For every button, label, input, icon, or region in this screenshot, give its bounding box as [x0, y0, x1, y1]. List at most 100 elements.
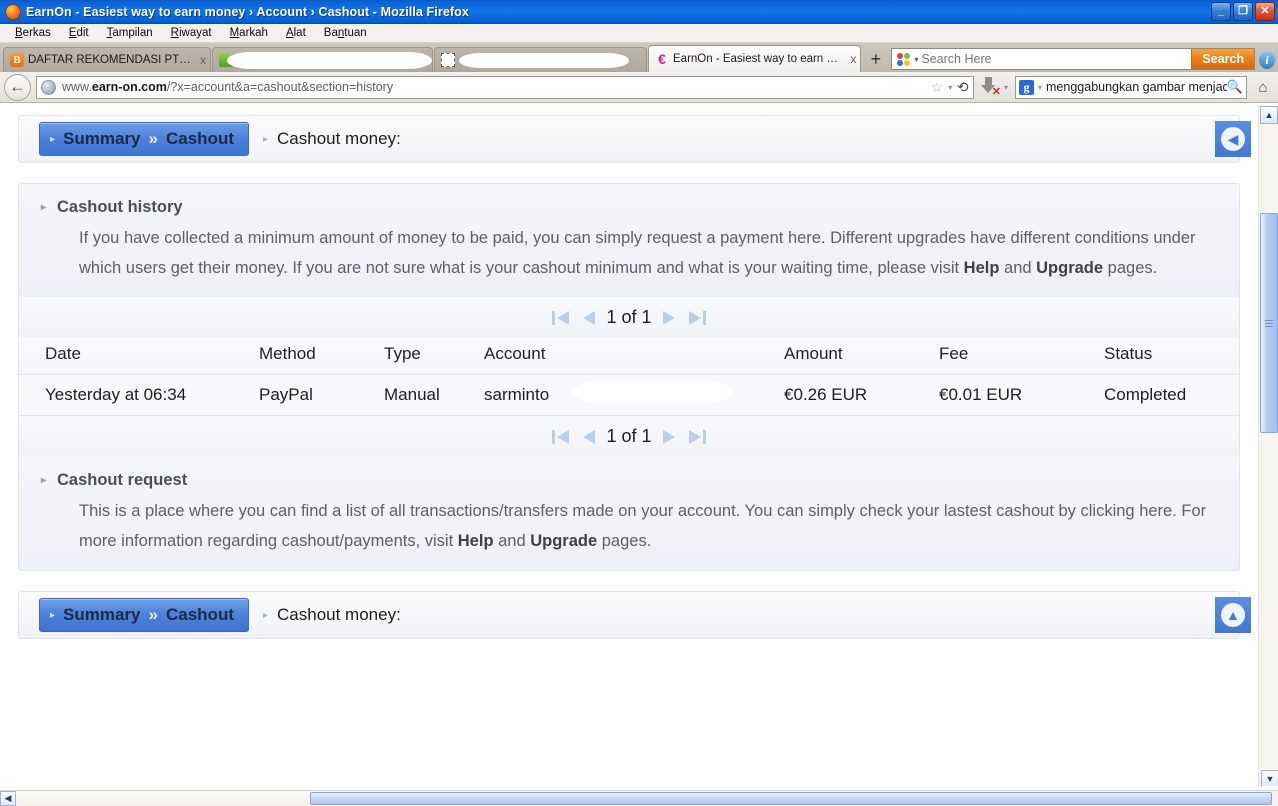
scroll-up-button[interactable]: ▲: [1260, 106, 1278, 124]
upgrade-link[interactable]: Upgrade: [530, 532, 597, 550]
reload-icon[interactable]: ⟳: [957, 79, 969, 96]
table-header: Date Method Type Account Amount Fee Stat…: [19, 338, 1239, 375]
menu-item-alat[interactable]: Alat: [277, 26, 315, 40]
upgrade-link[interactable]: Upgrade: [1036, 259, 1103, 277]
download-chevron-down-icon[interactable]: ▾: [1004, 83, 1008, 92]
info-icon[interactable]: i: [1259, 51, 1275, 69]
breadcrumb-summary-link[interactable]: Summary: [63, 129, 140, 149]
breadcrumb-top: ▸ Summary » Cashout ▸ Cashout money: ◀: [18, 115, 1251, 163]
window-title: EarnOn - Easiest way to earn money › Acc…: [26, 5, 469, 19]
redaction-overlay: [572, 381, 734, 403]
browser-tab-2[interactable]: x: [212, 47, 433, 72]
first-page-icon[interactable]: [550, 308, 572, 328]
cashout-request-title: Cashout request: [57, 471, 188, 489]
first-page-icon[interactable]: [550, 427, 572, 447]
next-page-icon[interactable]: [661, 308, 677, 328]
search-button[interactable]: Search: [1191, 49, 1255, 69]
breadcrumb-cashout-link[interactable]: Cashout: [166, 605, 234, 625]
browser-tab-4-active[interactable]: € EarnOn - Easiest way to earn money › .…: [648, 45, 862, 72]
browser-tab-3[interactable]: [433, 47, 647, 72]
menu-item-berkas[interactable]: Berkas: [6, 26, 60, 40]
chevron-down-icon[interactable]: ▾: [1038, 83, 1042, 92]
maximize-button[interactable]: ❐: [1233, 2, 1253, 21]
search-icon[interactable]: 🔍: [1227, 79, 1243, 95]
url-domain: earn-on.com: [91, 80, 167, 94]
prev-page-icon[interactable]: [581, 427, 597, 447]
table-row[interactable]: Yesterday at 06:34 PayPal Manual sarmint…: [19, 374, 1239, 416]
col-header-date[interactable]: Date: [19, 338, 259, 375]
triangle-right-icon: ▸: [262, 133, 269, 145]
col-header-status[interactable]: Status: [1104, 338, 1239, 375]
breadcrumb-pill[interactable]: ▸ Summary » Cashout: [39, 598, 249, 632]
next-page-icon[interactable]: [661, 427, 677, 447]
cell-date: Yesterday at 06:34: [19, 374, 259, 416]
last-page-icon[interactable]: [686, 308, 708, 328]
menu-label-bantuan: tuan: [344, 27, 367, 39]
menu-label-edit: dit: [76, 27, 89, 39]
search-input[interactable]: [921, 50, 1192, 68]
cashout-history-paragraph: If you have collected a minimum amount o…: [19, 223, 1239, 283]
pagination-label: 1 of 1: [606, 426, 652, 446]
menu-item-riwayat[interactable]: Riwayat: [162, 26, 221, 40]
tab-close-icon[interactable]: x: [200, 53, 206, 67]
breadcrumb-summary-link[interactable]: Summary: [63, 605, 140, 625]
back-arrow-button[interactable]: ◀: [1215, 121, 1251, 157]
breadcrumb-tail: ▸ Cashout money:: [263, 605, 401, 625]
col-header-type[interactable]: Type: [384, 338, 484, 375]
search-provider-icon[interactable]: [892, 49, 914, 69]
help-link[interactable]: Help: [458, 532, 494, 550]
horizontal-scrollbar-track[interactable]: [17, 792, 309, 805]
breadcrumb-separator: »: [148, 605, 158, 624]
minimize-button[interactable]: _: [1211, 2, 1231, 21]
url-text: www.earn-on.com/?x=account&a=cashout&sec…: [62, 80, 393, 94]
horizontal-scrollbar-thumb[interactable]: [310, 792, 1272, 805]
prev-page-icon[interactable]: [581, 308, 597, 328]
browser-back-button[interactable]: ←: [4, 73, 31, 101]
cashout-history-title: Cashout history: [57, 198, 183, 216]
menu-item-markah[interactable]: Markah: [221, 26, 277, 40]
new-tab-button[interactable]: +: [864, 47, 887, 71]
chevron-down-icon[interactable]: ▾: [948, 83, 952, 92]
menu-item-tampilan[interactable]: Tampilan: [98, 26, 162, 40]
vertical-scrollbar[interactable]: ▲ ▼: [1258, 105, 1278, 790]
col-header-amount[interactable]: Amount: [784, 338, 939, 375]
google-g-icon[interactable]: g: [1019, 79, 1034, 95]
browser-tab-1[interactable]: B DAFTAR REKOMENDASI PTC TERPERC... x: [3, 47, 212, 72]
cell-method: PayPal: [259, 374, 384, 416]
pagination-top: 1 of 1: [19, 297, 1239, 338]
scroll-left-button[interactable]: ◀: [0, 791, 16, 806]
bookmark-star-icon[interactable]: ☆: [931, 79, 944, 96]
col-header-account[interactable]: Account: [484, 338, 784, 375]
vertical-scrollbar-thumb[interactable]: [1260, 213, 1278, 433]
breadcrumb-pill[interactable]: ▸ Summary » Cashout: [39, 122, 249, 156]
cashout-request-paragraph: This is a place where you can find a lis…: [19, 496, 1239, 556]
col-header-fee[interactable]: Fee: [939, 338, 1104, 375]
chevron-down-icon[interactable]: ▾: [914, 55, 918, 64]
last-page-icon[interactable]: [686, 427, 708, 447]
col-header-method[interactable]: Method: [259, 338, 384, 375]
google-search-box[interactable]: g ▾ 🔍: [1015, 75, 1247, 99]
google-search-input[interactable]: [1046, 80, 1227, 94]
menu-item-edit[interactable]: Edit: [60, 26, 98, 40]
breadcrumb-bottom: ▸ Summary » Cashout ▸ Cashout money: ▲: [18, 591, 1251, 639]
toolbar-search-box[interactable]: ▾ Search: [891, 48, 1256, 70]
table-body: Yesterday at 06:34 PayPal Manual sarmint…: [19, 374, 1239, 416]
url-path: /?x=account&a=cashout&section=history: [166, 80, 394, 94]
window-controls: _ ❐ ✕: [1211, 2, 1275, 21]
page-content: ▸ Summary » Cashout ▸ Cashout money: ◀ ▸…: [0, 105, 1258, 773]
address-bar[interactable]: www.earn-on.com/?x=account&a=cashout&sec…: [36, 75, 974, 99]
download-arrow-icon[interactable]: ✕: [980, 76, 1001, 98]
horizontal-scrollbar[interactable]: ◀: [0, 790, 1278, 806]
menu-item-bantuan[interactable]: Bantuan: [315, 26, 376, 40]
help-link[interactable]: Help: [964, 259, 1000, 277]
triangle-right-icon: ▸: [50, 133, 56, 145]
page-title: Cashout money:: [277, 129, 401, 148]
tab-close-icon[interactable]: x: [850, 52, 856, 66]
download-badge: ✕: [991, 86, 1001, 98]
close-button[interactable]: ✕: [1255, 2, 1275, 21]
maximize-icon: ❐: [1238, 5, 1248, 17]
home-button[interactable]: ⌂: [1252, 79, 1274, 96]
scroll-top-button[interactable]: ▲: [1215, 597, 1251, 633]
breadcrumb-cashout-link[interactable]: Cashout: [166, 129, 234, 149]
cell-type: Manual: [384, 374, 484, 416]
